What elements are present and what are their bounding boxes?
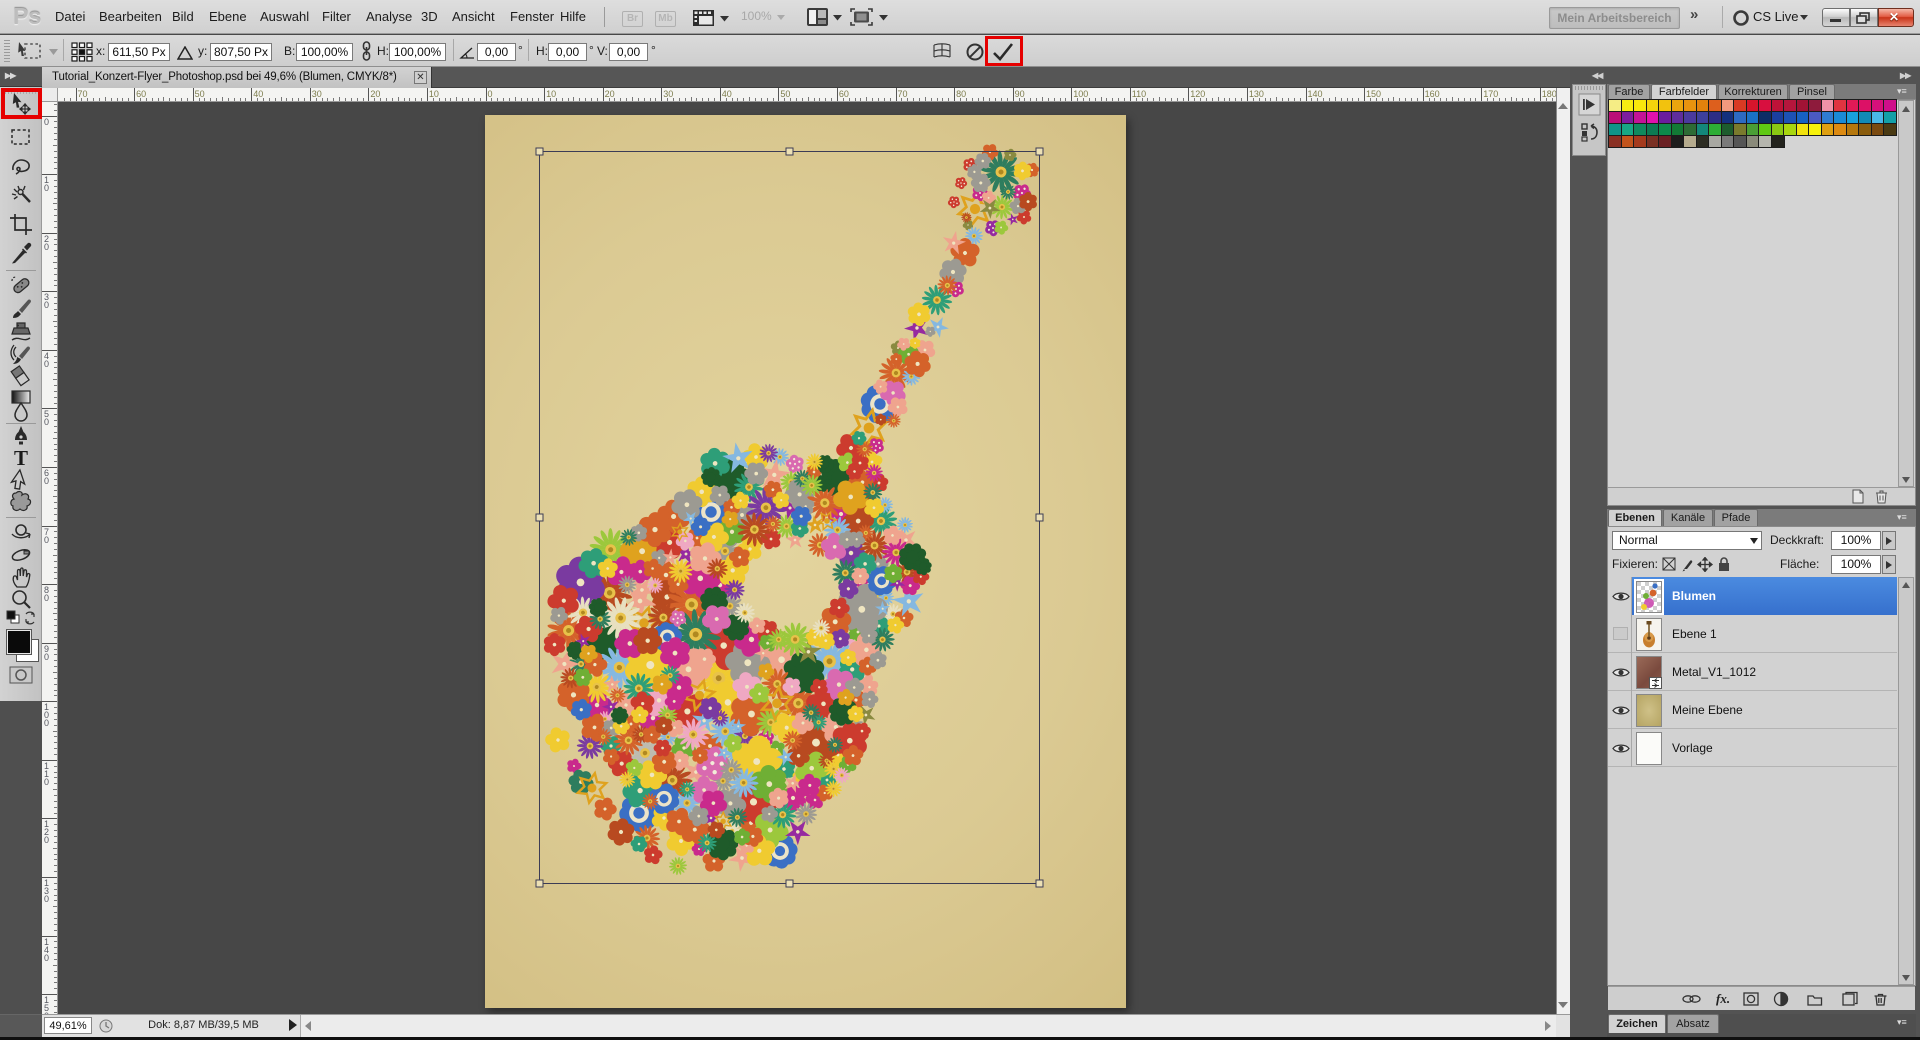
svg-text:fx.: fx. [1716, 991, 1730, 1006]
svg-text:T: T [14, 446, 28, 470]
